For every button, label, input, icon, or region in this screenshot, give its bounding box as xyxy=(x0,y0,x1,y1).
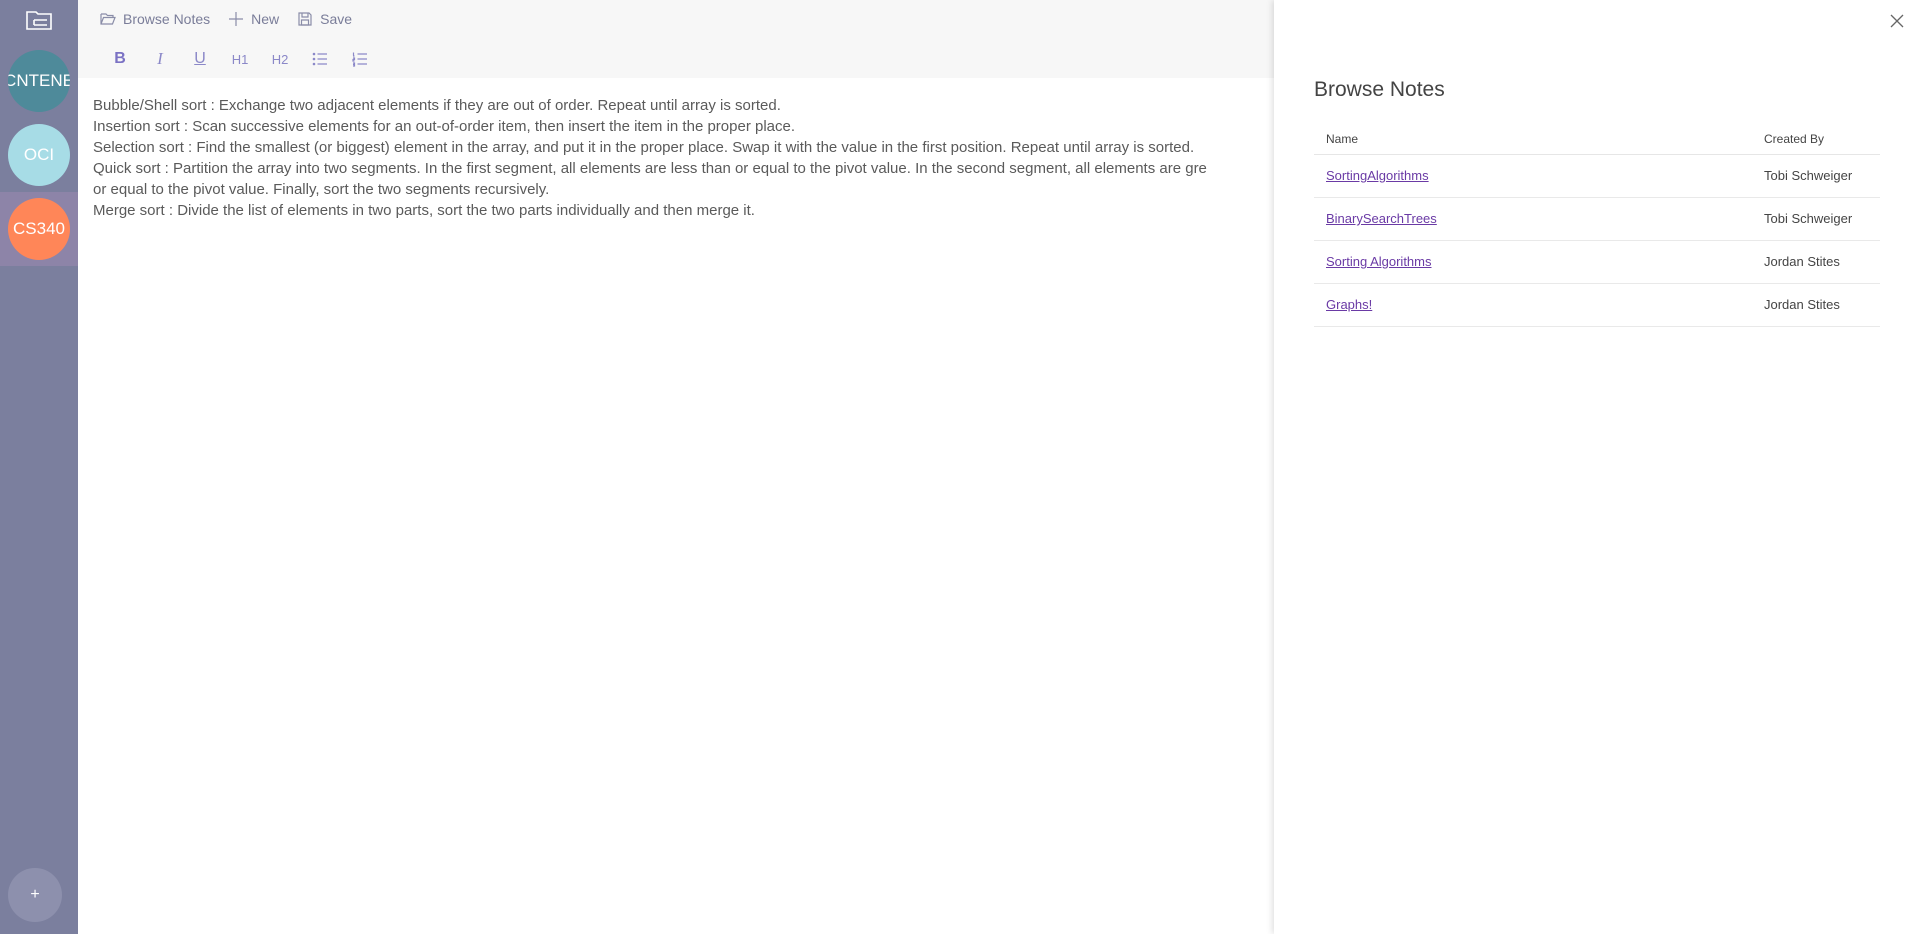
bullet-list-button[interactable] xyxy=(300,48,340,70)
plus-icon xyxy=(229,12,244,26)
editor-line: Insertion sort : Scan successive element… xyxy=(93,118,796,135)
panel-title: Browse Notes xyxy=(1314,78,1445,101)
team-oci[interactable]: OCI xyxy=(8,124,70,186)
plus-icon: + xyxy=(30,886,40,903)
table-header-row: Name Created By xyxy=(1314,124,1880,155)
table-row: BinarySearchTrees Tobi Schweiger xyxy=(1314,197,1880,241)
browse-notes-button[interactable]: Browse Notes xyxy=(100,11,210,27)
save-icon xyxy=(298,12,312,26)
browse-notes-panel: Browse Notes Name Created By SortingAlgo… xyxy=(1274,0,1918,934)
team-cs340[interactable]: CS340 xyxy=(8,198,70,260)
team-cntene[interactable]: CNTENE xyxy=(8,50,70,112)
note-link[interactable]: SortingAlgorithms xyxy=(1326,168,1429,183)
created-by-cell: Tobi Schweiger xyxy=(1764,197,1880,241)
editor-toolbar: Browse Notes New Save B I U H1 H2 xyxy=(78,0,1274,78)
team-label: OCI xyxy=(23,145,55,164)
editor-line: or equal to the pivot value. Finally, so… xyxy=(93,181,550,198)
browse-notes-label: Browse Notes xyxy=(123,11,211,27)
note-link[interactable]: Sorting Algorithms xyxy=(1326,254,1432,269)
save-label: Save xyxy=(320,11,353,27)
note-editor[interactable]: Bubble/Shell sort : Exchange two adjacen… xyxy=(93,95,1274,221)
close-icon[interactable] xyxy=(1888,12,1906,30)
column-header-name: Name xyxy=(1314,124,1764,155)
bullet-list-icon xyxy=(312,52,327,66)
folder-open-icon xyxy=(100,13,116,25)
table-row: Graphs! Jordan Stites xyxy=(1314,283,1880,327)
created-by-cell: Tobi Schweiger xyxy=(1764,154,1880,198)
underline-button[interactable]: U xyxy=(180,48,220,70)
editor-line: Bubble/Shell sort : Exchange two adjacen… xyxy=(93,97,781,114)
heading2-button[interactable]: H2 xyxy=(260,48,300,70)
created-by-cell: Jordan Stites xyxy=(1764,240,1880,284)
editor-line: Merge sort : Divide the list of elements… xyxy=(93,202,755,219)
editor-area: Browse Notes New Save B I U H1 H2 Bubble… xyxy=(78,0,1274,934)
editor-line: Quick sort : Partition the array into tw… xyxy=(93,160,1207,177)
heading1-button[interactable]: H1 xyxy=(220,48,260,70)
team-rail: CNTENE OCI CS340 + xyxy=(0,0,78,934)
new-note-button[interactable]: New xyxy=(228,11,279,27)
created-by-cell: Jordan Stites xyxy=(1764,283,1880,327)
numbered-list-button[interactable] xyxy=(340,48,380,70)
column-header-created-by: Created By xyxy=(1764,124,1880,155)
numbered-list-icon xyxy=(352,52,367,67)
folder-tree-icon[interactable] xyxy=(0,0,78,40)
note-link[interactable]: BinarySearchTrees xyxy=(1326,211,1437,226)
new-note-label: New xyxy=(251,11,280,27)
add-team-button[interactable]: + xyxy=(8,868,62,922)
bold-button[interactable]: B xyxy=(100,48,140,70)
note-link[interactable]: Graphs! xyxy=(1326,297,1372,312)
table-row: Sorting Algorithms Jordan Stites xyxy=(1314,240,1880,284)
save-button[interactable]: Save xyxy=(297,11,352,27)
team-label: CNTENE xyxy=(8,71,70,90)
table-row: SortingAlgorithms Tobi Schweiger xyxy=(1314,154,1880,198)
notes-table: Name Created By SortingAlgorithms Tobi S… xyxy=(1314,124,1880,327)
team-label: CS340 xyxy=(13,219,65,238)
editor-line: Selection sort : Find the smallest (or b… xyxy=(93,139,1195,156)
italic-button[interactable]: I xyxy=(140,48,180,70)
